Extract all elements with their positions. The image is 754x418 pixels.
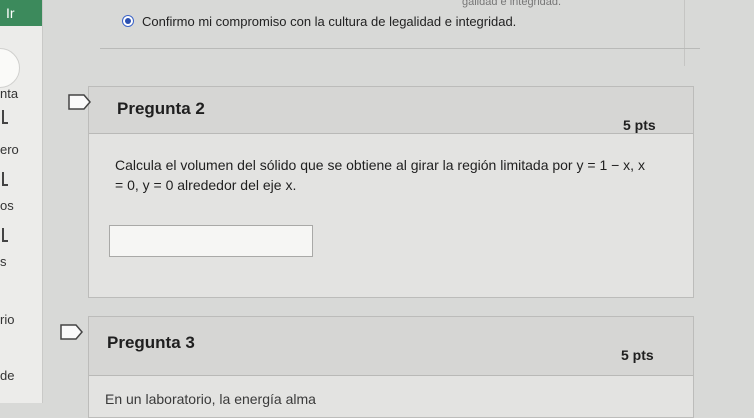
question-title: Pregunta 3 — [107, 333, 195, 352]
sidebar-item-label: ero — [0, 142, 19, 157]
sidebar-icon — [2, 228, 8, 242]
sidebar-item-bandeja[interactable]: de — [0, 368, 14, 383]
sidebar-item-label: de — [0, 368, 15, 383]
option-row[interactable]: Confirmo mi compromiso con la cultura de… — [122, 12, 516, 30]
divider — [100, 48, 700, 49]
question-title: Pregunta 2 — [117, 99, 205, 118]
question-card-2: Pregunta 2 5 pts Calcula el volumen del … — [88, 86, 694, 298]
sidebar-item-cursos[interactable]: os — [0, 198, 14, 213]
sidebar-item-grupos[interactable]: s — [0, 254, 7, 269]
sidebar-logo: Ir — [0, 0, 42, 26]
answer-input[interactable] — [109, 225, 313, 257]
card-border — [684, 0, 685, 66]
sidebar-item-label: os — [0, 198, 14, 213]
question-text: En un laboratorio, la energía alma — [105, 391, 316, 407]
sidebar-item-label: nta — [0, 86, 19, 101]
sidebar-item-pregunta[interactable]: nta — [0, 86, 18, 101]
question-points: 5 pts — [621, 347, 654, 363]
sidebar-item-calendario[interactable]: rio — [0, 312, 14, 327]
question-points: 5 pts — [623, 117, 656, 133]
previous-option-text: galidad e integridad. — [462, 0, 562, 8]
option-label: Confirmo mi compromiso con la cultura de… — [142, 13, 517, 29]
sidebar-avatar[interactable] — [0, 48, 20, 88]
flag-question-icon[interactable] — [60, 324, 84, 340]
question-text: Calcula el volumen del sólido que se obt… — [115, 155, 685, 195]
course-sidebar: Ir nta ero os s rio de — [0, 0, 43, 403]
sidebar-item-label: s — [0, 254, 7, 269]
question-text-line: = 0, y = 0 alrededor del eje x. — [115, 177, 297, 193]
sidebar-icon — [2, 172, 8, 186]
flag-question-icon[interactable] — [68, 94, 92, 110]
radio-selected-icon[interactable] — [122, 15, 134, 27]
quiz-content: galidad e integridad. Confirmo mi compro… — [42, 0, 754, 418]
sidebar-item-label: rio — [0, 312, 15, 327]
sidebar-item-tablero[interactable]: ero — [0, 142, 19, 157]
question-text-line: Calcula el volumen del sólido que se obt… — [115, 157, 645, 173]
sidebar-icon — [2, 110, 8, 124]
